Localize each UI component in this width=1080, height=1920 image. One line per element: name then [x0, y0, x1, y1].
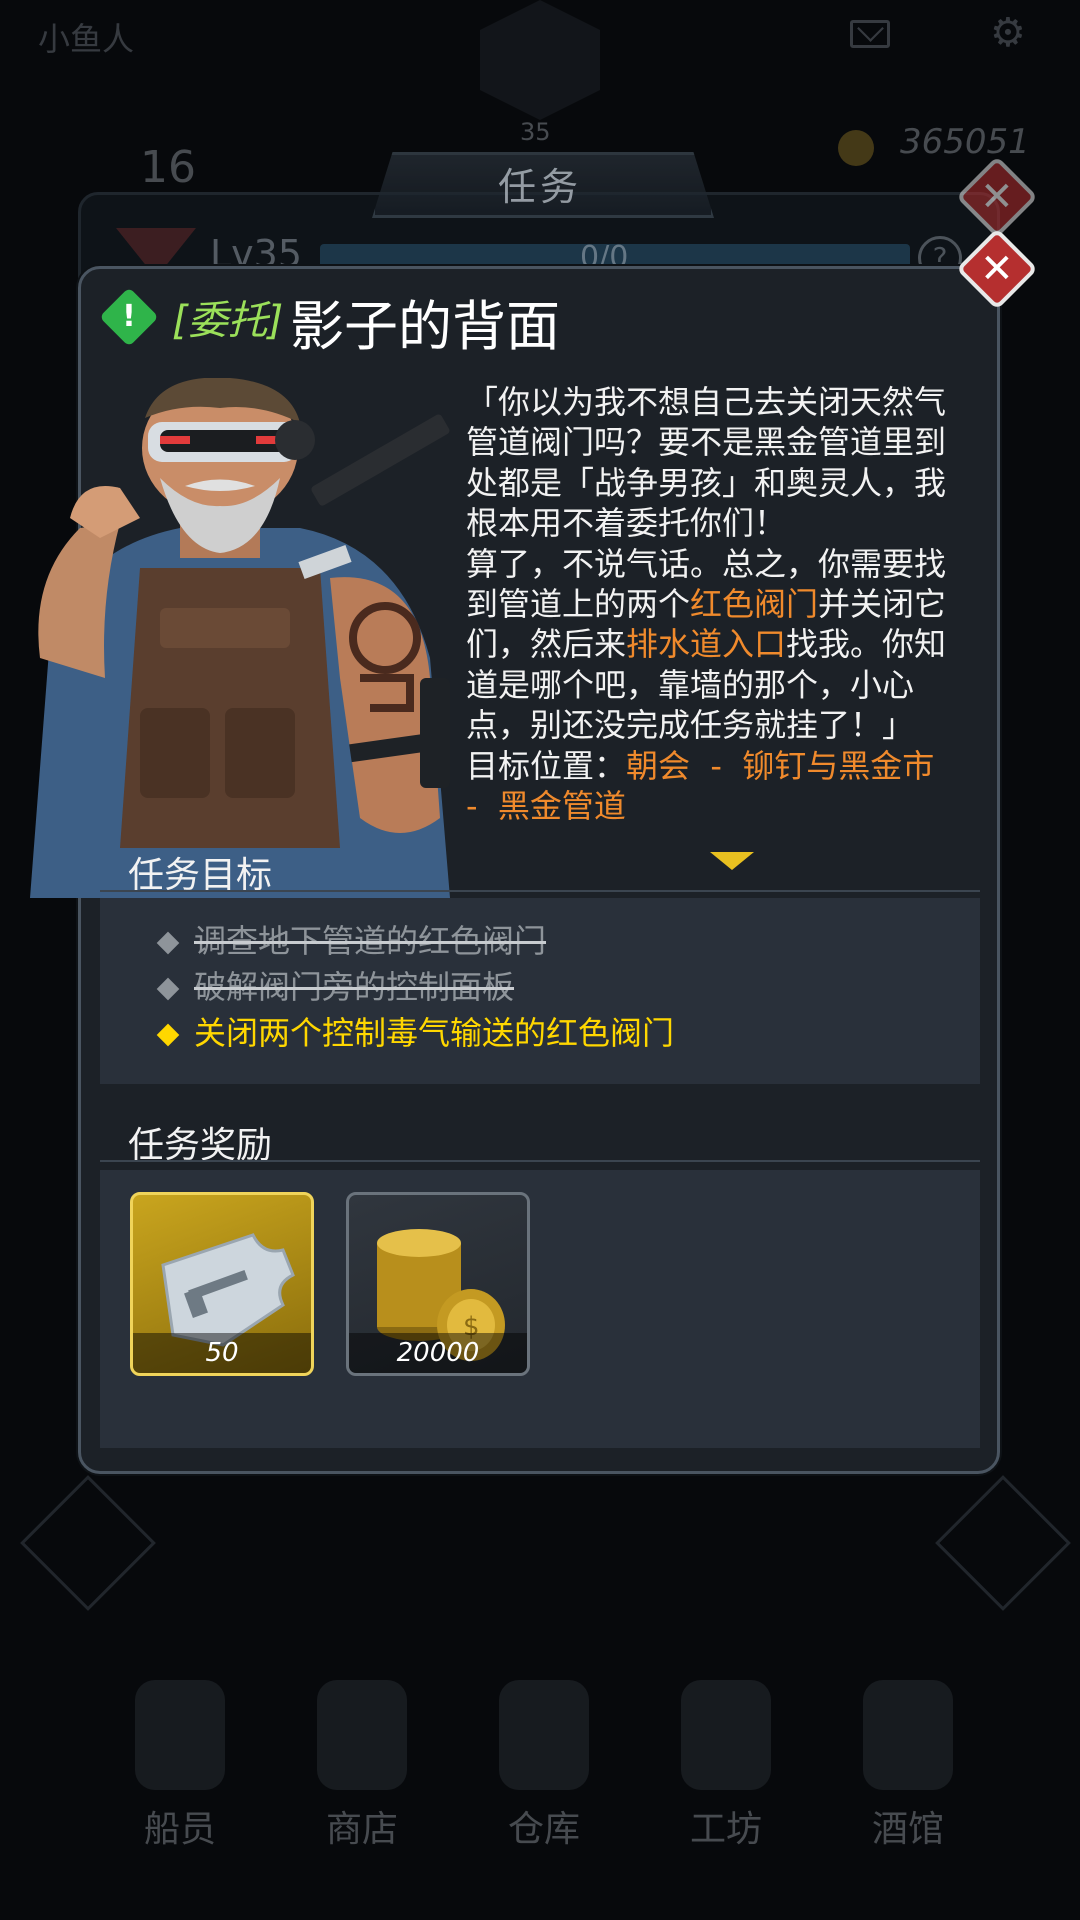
expand-arrow-icon[interactable]	[710, 852, 754, 870]
player-avatar[interactable]	[480, 0, 600, 120]
warehouse-icon	[499, 1680, 589, 1790]
objective-text: 破解阀门旁的控制面板	[194, 968, 515, 1006]
story-line: 算了，不说气话。总之，你需要找	[466, 544, 947, 583]
player-level: 35	[520, 118, 551, 146]
reward-amount: 20000	[349, 1333, 527, 1373]
story-line: 管道阀门吗？要不是黑金管道里到	[466, 423, 947, 462]
beer-mug-icon	[863, 1680, 953, 1790]
npc-portrait	[30, 378, 450, 898]
story-line: 道是哪个吧，靠墙的那个，小心	[466, 665, 915, 704]
divider	[100, 890, 980, 892]
side-menu-icon[interactable]	[20, 1475, 156, 1611]
nav-label: 仓库	[507, 1809, 580, 1850]
nav-label: 工坊	[689, 1809, 762, 1850]
story-line: 「你以为我不想自己去关闭天然气	[466, 383, 947, 421]
location-value: 朝会 - 铆钉与黑金市	[626, 746, 935, 785]
nav-label: 商店	[325, 1809, 398, 1850]
crew-icon	[135, 1680, 225, 1790]
story-line: 并关闭它	[818, 585, 947, 624]
tasks-title: 任务	[497, 165, 582, 209]
story-line: 找我。你知	[786, 625, 947, 664]
nav-workshop[interactable]: 工坊	[646, 1680, 806, 1852]
highlight-drain-entrance: 排水道入口	[626, 625, 787, 664]
quest-title: 影子的背面	[290, 295, 560, 358]
task-list-icon[interactable]	[935, 1475, 1071, 1611]
nav-label: 酒馆	[871, 1809, 944, 1850]
divider	[100, 1160, 980, 1162]
reward-amount: 50	[133, 1333, 311, 1373]
shop-icon	[317, 1680, 407, 1790]
diamond-bullet-icon	[156, 1023, 180, 1047]
mail-icon[interactable]	[850, 20, 890, 48]
reward-item[interactable]: $ 20000	[346, 1192, 530, 1376]
quest-tag: [委托]	[172, 298, 284, 344]
objective-completed: 调查地下管道的红色阀门	[156, 916, 547, 962]
energy-count: 16	[140, 142, 196, 193]
objective-active: 关闭两个控制毒气输送的红色阀门	[156, 1008, 675, 1054]
nav-warehouse[interactable]: 仓库	[464, 1680, 624, 1852]
location-label: 目标位置：	[466, 746, 627, 785]
bottom-nav: 船员 商店 仓库 工坊 酒馆	[0, 1680, 1080, 1880]
nav-tavern[interactable]: 酒馆	[828, 1680, 988, 1852]
player-name: 小鱼人	[38, 20, 135, 58]
objective-completed: 破解阀门旁的控制面板	[156, 962, 515, 1008]
location-value: - 黑金管道	[466, 787, 626, 826]
story-line: 处都是「战争男孩」和奥灵人，我	[466, 463, 947, 502]
nav-crew[interactable]: 船员	[100, 1680, 260, 1852]
hammer-icon	[681, 1680, 771, 1790]
diamond-bullet-icon	[156, 931, 180, 955]
gear-icon[interactable]: ⚙	[990, 10, 1026, 56]
alert-mark: !	[122, 299, 136, 334]
diamond-bullet-icon	[156, 977, 180, 1001]
nav-shop[interactable]: 商店	[282, 1680, 442, 1852]
nav-label: 船员	[143, 1809, 216, 1850]
reward-item[interactable]: 50	[130, 1192, 314, 1376]
story-line: 点，别还没完成任务就挂了！」	[466, 706, 915, 745]
story-line: 到管道上的两个	[466, 585, 691, 624]
gold-coin-icon	[838, 130, 874, 166]
quest-story: 「你以为我不想自己去关闭天然气 管道阀门吗？要不是黑金管道里到 处都是「战争男孩…	[466, 382, 986, 826]
highlight-red-valves: 红色阀门	[690, 585, 819, 624]
gold-count: 365051	[900, 122, 1030, 162]
objective-text: 关闭两个控制毒气输送的红色阀门	[194, 1014, 675, 1052]
close-icon: ✕	[980, 245, 1014, 292]
close-icon: ✕	[980, 173, 1014, 220]
story-line: 们，然后来	[466, 625, 627, 664]
story-line: 根本用不着委托你们！	[466, 504, 787, 543]
objective-text: 调查地下管道的红色阀门	[194, 922, 547, 960]
